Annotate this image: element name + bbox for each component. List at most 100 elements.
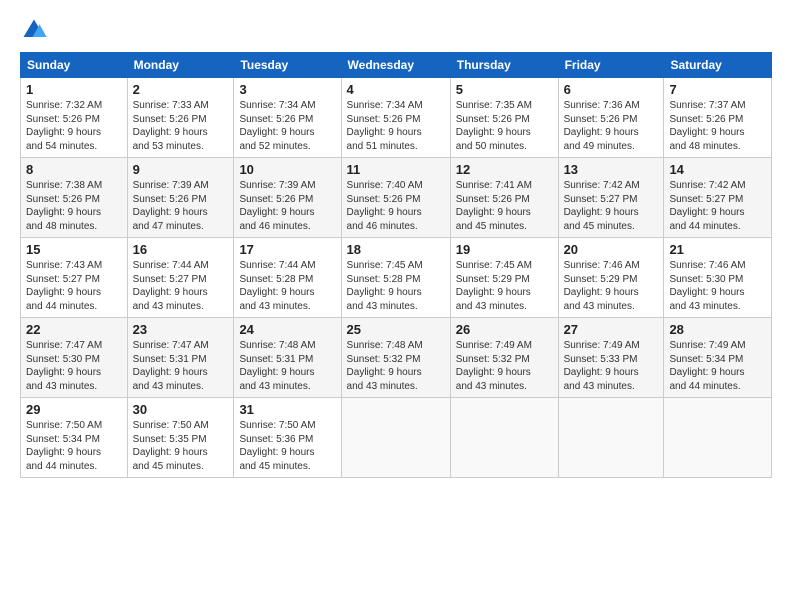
- day-info: Sunrise: 7:49 AM Sunset: 5:32 PM Dayligh…: [456, 339, 553, 393]
- calendar-cell: [558, 398, 664, 478]
- day-info: Sunrise: 7:50 AM Sunset: 5:34 PM Dayligh…: [26, 419, 122, 473]
- calendar-cell: 16Sunrise: 7:44 AM Sunset: 5:27 PM Dayli…: [127, 238, 234, 318]
- day-number: 14: [669, 162, 766, 177]
- calendar-week-5: 29 Sunrise: 7:50 AM Sunset: 5:34 PM Dayli…: [21, 398, 772, 478]
- calendar-cell: 4Sunrise: 7:34 AM Sunset: 5:26 PM Daylig…: [341, 78, 450, 158]
- day-info: Sunrise: 7:48 AM Sunset: 5:32 PM Dayligh…: [347, 339, 445, 393]
- day-number: 11: [347, 162, 445, 177]
- day-number: 23: [133, 322, 229, 337]
- day-number: 5: [456, 82, 553, 97]
- calendar-cell: 9 Sunrise: 7:39 AM Sunset: 5:26 PM Daylig…: [127, 158, 234, 238]
- day-info: Sunrise: 7:47 AM Sunset: 5:31 PM Dayligh…: [133, 339, 229, 393]
- calendar-cell: 11 Sunrise: 7:40 AM Sunset: 5:26 PM Dayli…: [341, 158, 450, 238]
- day-info: Sunrise: 7:34 AM Sunset: 5:26 PM Dayligh…: [239, 99, 335, 153]
- calendar-cell: 23 Sunrise: 7:47 AM Sunset: 5:31 PM Dayli…: [127, 318, 234, 398]
- calendar-week-3: 15 Sunrise: 7:43 AM Sunset: 5:27 PM Dayli…: [21, 238, 772, 318]
- header-day-wednesday: Wednesday: [341, 53, 450, 78]
- calendar-cell: 7Sunrise: 7:37 AM Sunset: 5:26 PM Daylig…: [664, 78, 772, 158]
- day-info: Sunrise: 7:43 AM Sunset: 5:27 PM Dayligh…: [26, 259, 122, 313]
- calendar-cell: 1Sunrise: 7:32 AM Sunset: 5:26 PM Daylig…: [21, 78, 128, 158]
- day-number: 9: [133, 162, 229, 177]
- day-info: Sunrise: 7:49 AM Sunset: 5:33 PM Dayligh…: [564, 339, 659, 393]
- calendar-cell: 5 Sunrise: 7:35 AM Sunset: 5:26 PM Daylig…: [450, 78, 558, 158]
- day-info: Sunrise: 7:41 AM Sunset: 5:26 PM Dayligh…: [456, 179, 553, 233]
- calendar-cell: 29 Sunrise: 7:50 AM Sunset: 5:34 PM Dayli…: [21, 398, 128, 478]
- day-info: Sunrise: 7:46 AM Sunset: 5:29 PM Dayligh…: [564, 259, 659, 313]
- calendar-cell: 13 Sunrise: 7:42 AM Sunset: 5:27 PM Dayli…: [558, 158, 664, 238]
- calendar-cell: [450, 398, 558, 478]
- day-info: Sunrise: 7:40 AM Sunset: 5:26 PM Dayligh…: [347, 179, 445, 233]
- calendar-cell: 18 Sunrise: 7:45 AM Sunset: 5:28 PM Dayli…: [341, 238, 450, 318]
- day-number: 10: [239, 162, 335, 177]
- day-number: 29: [26, 402, 122, 417]
- calendar-cell: 2 Sunrise: 7:33 AM Sunset: 5:26 PM Daylig…: [127, 78, 234, 158]
- day-number: 1: [26, 82, 122, 97]
- calendar-cell: 19 Sunrise: 7:45 AM Sunset: 5:29 PM Dayli…: [450, 238, 558, 318]
- calendar-week-2: 8 Sunrise: 7:38 AM Sunset: 5:26 PM Daylig…: [21, 158, 772, 238]
- day-info: Sunrise: 7:47 AM Sunset: 5:30 PM Dayligh…: [26, 339, 122, 393]
- day-number: 8: [26, 162, 122, 177]
- day-number: 12: [456, 162, 553, 177]
- calendar-header-row: SundayMondayTuesdayWednesdayThursdayFrid…: [21, 53, 772, 78]
- day-info: Sunrise: 7:50 AM Sunset: 5:36 PM Dayligh…: [239, 419, 335, 473]
- calendar-cell: 28Sunrise: 7:49 AM Sunset: 5:34 PM Dayli…: [664, 318, 772, 398]
- day-number: 26: [456, 322, 553, 337]
- calendar-cell: 25 Sunrise: 7:48 AM Sunset: 5:32 PM Dayli…: [341, 318, 450, 398]
- day-number: 16: [133, 242, 229, 257]
- header-day-monday: Monday: [127, 53, 234, 78]
- calendar-cell: 6Sunrise: 7:36 AM Sunset: 5:26 PM Daylig…: [558, 78, 664, 158]
- day-info: Sunrise: 7:42 AM Sunset: 5:27 PM Dayligh…: [669, 179, 766, 233]
- day-number: 30: [133, 402, 229, 417]
- calendar-cell: [341, 398, 450, 478]
- calendar-cell: 31 Sunrise: 7:50 AM Sunset: 5:36 PM Dayli…: [234, 398, 341, 478]
- day-number: 6: [564, 82, 659, 97]
- day-number: 18: [347, 242, 445, 257]
- calendar-cell: 27 Sunrise: 7:49 AM Sunset: 5:33 PM Dayli…: [558, 318, 664, 398]
- calendar-table: SundayMondayTuesdayWednesdayThursdayFrid…: [20, 52, 772, 478]
- calendar-cell: 21Sunrise: 7:46 AM Sunset: 5:30 PM Dayli…: [664, 238, 772, 318]
- calendar-cell: 17Sunrise: 7:44 AM Sunset: 5:28 PM Dayli…: [234, 238, 341, 318]
- day-number: 3: [239, 82, 335, 97]
- calendar-cell: 12 Sunrise: 7:41 AM Sunset: 5:26 PM Dayli…: [450, 158, 558, 238]
- calendar-cell: 8 Sunrise: 7:38 AM Sunset: 5:26 PM Daylig…: [21, 158, 128, 238]
- header-day-thursday: Thursday: [450, 53, 558, 78]
- day-number: 21: [669, 242, 766, 257]
- header-day-friday: Friday: [558, 53, 664, 78]
- day-info: Sunrise: 7:44 AM Sunset: 5:28 PM Dayligh…: [239, 259, 335, 313]
- header-day-saturday: Saturday: [664, 53, 772, 78]
- day-number: 13: [564, 162, 659, 177]
- day-number: 31: [239, 402, 335, 417]
- day-info: Sunrise: 7:45 AM Sunset: 5:28 PM Dayligh…: [347, 259, 445, 313]
- day-number: 19: [456, 242, 553, 257]
- page: SundayMondayTuesdayWednesdayThursdayFrid…: [0, 0, 792, 612]
- day-info: Sunrise: 7:39 AM Sunset: 5:26 PM Dayligh…: [133, 179, 229, 233]
- calendar-cell: 30 Sunrise: 7:50 AM Sunset: 5:35 PM Dayli…: [127, 398, 234, 478]
- day-info: Sunrise: 7:38 AM Sunset: 5:26 PM Dayligh…: [26, 179, 122, 233]
- calendar-week-4: 22Sunrise: 7:47 AM Sunset: 5:30 PM Dayli…: [21, 318, 772, 398]
- day-info: Sunrise: 7:42 AM Sunset: 5:27 PM Dayligh…: [564, 179, 659, 233]
- day-info: Sunrise: 7:35 AM Sunset: 5:26 PM Dayligh…: [456, 99, 553, 153]
- day-info: Sunrise: 7:45 AM Sunset: 5:29 PM Dayligh…: [456, 259, 553, 313]
- day-info: Sunrise: 7:39 AM Sunset: 5:26 PM Dayligh…: [239, 179, 335, 233]
- calendar-week-1: 1Sunrise: 7:32 AM Sunset: 5:26 PM Daylig…: [21, 78, 772, 158]
- day-number: 27: [564, 322, 659, 337]
- day-number: 4: [347, 82, 445, 97]
- calendar-cell: 26 Sunrise: 7:49 AM Sunset: 5:32 PM Dayli…: [450, 318, 558, 398]
- day-info: Sunrise: 7:37 AM Sunset: 5:26 PM Dayligh…: [669, 99, 766, 153]
- day-info: Sunrise: 7:50 AM Sunset: 5:35 PM Dayligh…: [133, 419, 229, 473]
- calendar-cell: 10 Sunrise: 7:39 AM Sunset: 5:26 PM Dayli…: [234, 158, 341, 238]
- calendar-cell: [664, 398, 772, 478]
- header-day-sunday: Sunday: [21, 53, 128, 78]
- day-number: 20: [564, 242, 659, 257]
- day-info: Sunrise: 7:49 AM Sunset: 5:34 PM Dayligh…: [669, 339, 766, 393]
- header-day-tuesday: Tuesday: [234, 53, 341, 78]
- day-number: 25: [347, 322, 445, 337]
- day-info: Sunrise: 7:33 AM Sunset: 5:26 PM Dayligh…: [133, 99, 229, 153]
- calendar-cell: 20 Sunrise: 7:46 AM Sunset: 5:29 PM Dayli…: [558, 238, 664, 318]
- day-number: 15: [26, 242, 122, 257]
- day-number: 24: [239, 322, 335, 337]
- logo-icon: [20, 16, 48, 44]
- logo: [20, 16, 52, 44]
- day-number: 2: [133, 82, 229, 97]
- day-info: Sunrise: 7:48 AM Sunset: 5:31 PM Dayligh…: [239, 339, 335, 393]
